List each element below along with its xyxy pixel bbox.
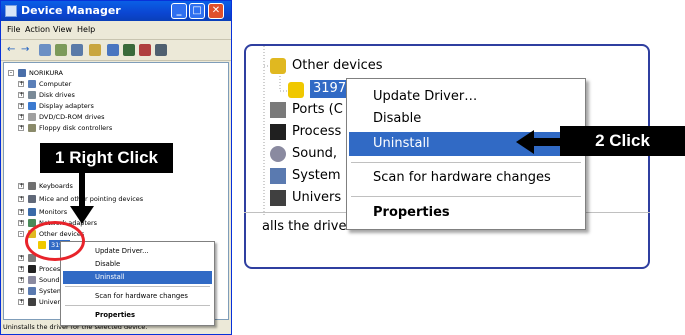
expand-icon[interactable]: + xyxy=(18,220,24,226)
zoom-menu-disable[interactable]: Disable xyxy=(349,107,585,131)
up-icon[interactable] xyxy=(39,44,51,56)
expand-icon[interactable]: + xyxy=(18,92,24,98)
expand-icon[interactable]: + xyxy=(18,183,24,189)
monitor-icon xyxy=(28,208,36,216)
properties-icon[interactable] xyxy=(55,44,67,56)
disk-icon xyxy=(28,91,36,99)
expand-icon[interactable]: + xyxy=(18,288,24,294)
zoom-row-ports[interactable]: Ports (C xyxy=(292,102,343,118)
disable-icon[interactable] xyxy=(139,44,151,56)
menu-separator xyxy=(65,305,210,306)
menu-item-scan[interactable]: Scan for hardware changes xyxy=(63,290,212,303)
forward-icon[interactable]: → xyxy=(21,44,33,56)
expand-icon[interactable]: + xyxy=(18,277,24,283)
expand-icon[interactable]: + xyxy=(18,103,24,109)
menu-help[interactable]: Help xyxy=(77,25,95,34)
port-icon xyxy=(270,102,286,118)
menu-item-update-driver[interactable]: Update Driver... xyxy=(63,245,212,258)
zoom-menu-properties[interactable]: Properties xyxy=(349,201,585,225)
toolbar: ← → xyxy=(1,39,231,61)
sound-icon xyxy=(28,276,36,284)
menu-item-uninstall[interactable]: Uninstall xyxy=(63,271,212,284)
expand-icon[interactable]: + xyxy=(18,209,24,215)
device-manager-icon xyxy=(5,5,17,17)
zoom-menu-update-driver[interactable]: Update Driver… xyxy=(349,85,585,109)
arrow-down-icon xyxy=(70,172,94,224)
system-icon xyxy=(28,287,36,295)
floppy-icon xyxy=(28,124,36,132)
tree-root-label: NORIKURA xyxy=(29,69,63,77)
arrow-left-icon xyxy=(516,130,564,154)
uninstall-icon[interactable] xyxy=(123,44,135,56)
question-icon xyxy=(288,82,304,98)
usb-icon xyxy=(28,298,36,306)
context-menu: Update Driver... Disable Uninstall Scan … xyxy=(60,241,215,326)
expand-icon[interactable]: + xyxy=(18,266,24,272)
system-icon xyxy=(270,168,286,184)
close-button[interactable]: ✕ xyxy=(208,3,224,19)
zoom-category-label: Other devices xyxy=(292,58,383,73)
zoom-row-sound[interactable]: Sound, xyxy=(292,146,337,162)
expand-icon[interactable]: + xyxy=(18,81,24,87)
unknown-device-icon xyxy=(270,58,286,74)
callout-right-click: 1 Right Click xyxy=(40,143,173,173)
computer-icon xyxy=(28,80,36,88)
zoom-row-usb[interactable]: Univers xyxy=(292,190,341,206)
expand-icon[interactable]: + xyxy=(18,114,24,120)
menu-item-disable[interactable]: Disable xyxy=(63,258,212,271)
collapse-icon[interactable]: - xyxy=(8,70,14,76)
zoom-device-label[interactable]: 3197 xyxy=(310,80,350,98)
mouse-icon xyxy=(28,195,36,203)
expand-icon[interactable]: + xyxy=(18,125,24,131)
keyboard-icon xyxy=(28,182,36,190)
menu-view[interactable]: View xyxy=(53,25,72,34)
expand-icon[interactable]: + xyxy=(18,196,24,202)
help-icon[interactable] xyxy=(71,44,83,56)
processor-icon xyxy=(270,124,286,140)
title-bar[interactable]: Device Manager _ □ ✕ xyxy=(1,1,231,21)
zoom-row-system[interactable]: System xyxy=(292,168,340,184)
menu-separator xyxy=(65,286,210,287)
usb-icon xyxy=(270,190,286,206)
update-driver-icon[interactable] xyxy=(89,44,101,56)
menu-bar: File Action View Help xyxy=(1,22,231,38)
menu-separator xyxy=(351,196,581,197)
display-icon xyxy=(28,102,36,110)
scan-icon[interactable] xyxy=(107,44,119,56)
menu-file[interactable]: File xyxy=(7,25,20,34)
zoom-row-processors[interactable]: Process xyxy=(292,124,341,140)
minimize-button[interactable]: _ xyxy=(171,3,187,19)
maximize-button[interactable]: □ xyxy=(189,3,205,19)
zoom-context-menu: Update Driver… Disable Uninstall Scan fo… xyxy=(346,78,586,230)
collapse-icon[interactable]: - xyxy=(18,231,24,237)
callout-click: 2 Click xyxy=(560,126,685,156)
menu-action[interactable]: Action xyxy=(25,25,50,34)
dvd-icon xyxy=(28,113,36,121)
back-icon[interactable]: ← xyxy=(7,44,19,56)
menu-item-properties[interactable]: Properties xyxy=(63,309,212,322)
sound-icon xyxy=(270,146,286,162)
processor-icon xyxy=(28,265,36,273)
expand-icon[interactable]: + xyxy=(18,255,24,261)
expand-icon[interactable]: + xyxy=(18,299,24,305)
highlight-ellipse xyxy=(25,221,85,261)
menu-separator xyxy=(351,162,581,163)
computer-icon xyxy=(18,69,26,77)
window-title: Device Manager xyxy=(21,4,121,17)
zoom-menu-scan[interactable]: Scan for hardware changes xyxy=(349,166,585,190)
enable-icon[interactable] xyxy=(155,44,167,56)
